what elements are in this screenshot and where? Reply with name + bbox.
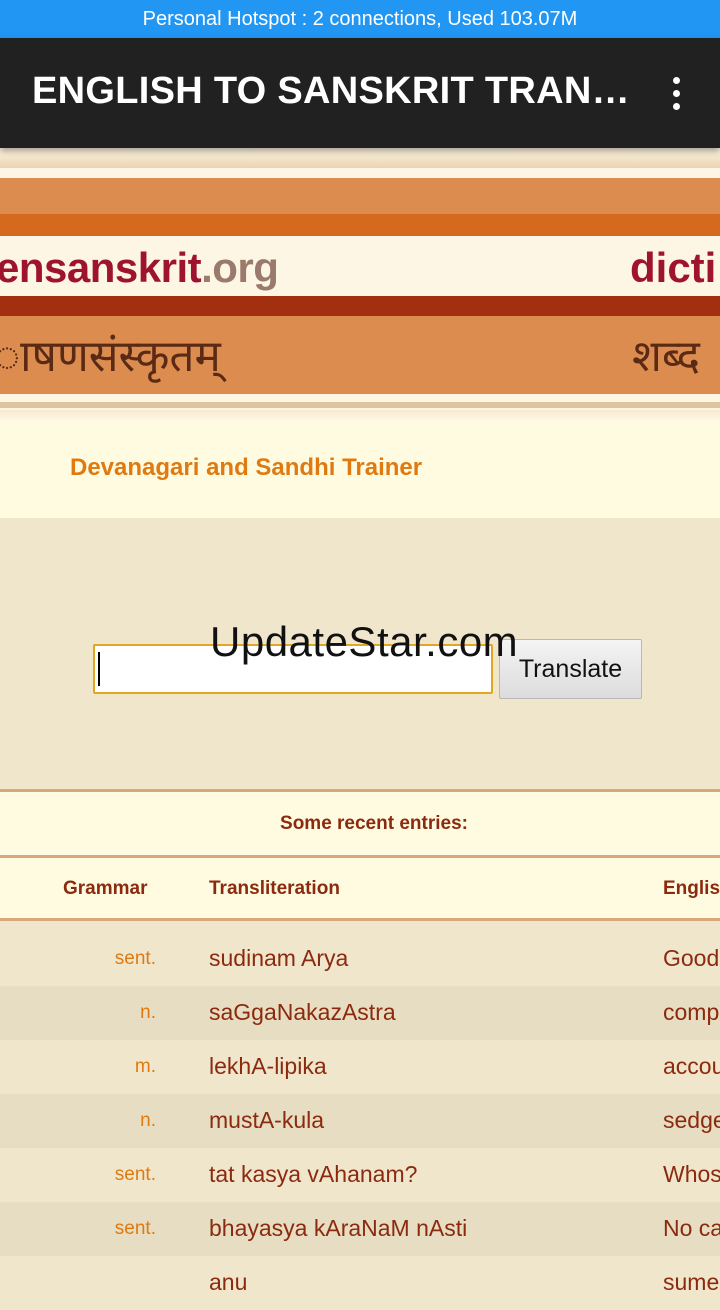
column-header-transliteration: Transliteration [209, 878, 340, 899]
table-row[interactable]: m. lekhA-lipika accou [0, 1040, 720, 1094]
trainer-strip: Devanagari and Sandhi Trainer [0, 420, 720, 518]
status-bar: Personal Hotspot : 2 connections, Used 1… [0, 0, 720, 38]
english-cell: Good [663, 945, 720, 971]
table-row[interactable]: sent. sudinam Arya Good [0, 932, 720, 986]
transliteration-cell[interactable]: sudinam Arya [209, 945, 348, 972]
column-header-english: Englis [663, 878, 720, 899]
grammar-cell: sent. [114, 1164, 156, 1185]
menu-dot [672, 76, 680, 84]
transliteration-cell[interactable]: saGgaNakazAstra [209, 999, 396, 1026]
transliteration-cell[interactable]: anu [209, 1269, 247, 1296]
site-logo-name: ensanskrit [0, 244, 202, 291]
banner-stripe [0, 296, 720, 316]
table-column-headers: Grammar Transliteration Englis [0, 855, 720, 921]
transliteration-cell[interactable]: tat kasya vAhanam? [209, 1161, 417, 1188]
site-banner: ensanskrit.org dicti ाषणसंस्कृतम् शब्द [0, 148, 720, 420]
recent-entries-table: sent. sudinam Arya Good n. saGgaNakazAst… [0, 932, 720, 1310]
trainer-link[interactable]: Devanagari and Sandhi Trainer [70, 454, 422, 482]
transliteration-cell[interactable]: mustA-kula [209, 1107, 324, 1134]
table-row[interactable]: sent. bhayasya kAraNaM nAsti No ca [0, 1202, 720, 1256]
table-row[interactable]: anu sume [0, 1256, 720, 1310]
table-row[interactable]: sent. tat kasya vAhanam? Whos [0, 1148, 720, 1202]
banner-devanagari-right: शब्द [632, 331, 700, 382]
english-cell: comp [663, 999, 720, 1025]
table-row[interactable]: n. mustA-kula sedge [0, 1094, 720, 1148]
status-bar-text: Personal Hotspot : 2 connections, Used 1… [142, 7, 578, 30]
grammar-cell: n. [140, 1002, 156, 1023]
app-title: ENGLISH TO SANSKRIT TRANS… [32, 70, 632, 112]
more-vert-icon[interactable] [656, 68, 696, 118]
banner-devanagari-left: ाषणसंस्कृतम् [0, 331, 221, 382]
banner-stripe [0, 214, 720, 236]
site-logo-tld: .org [201, 244, 279, 291]
banner-stripe [0, 148, 720, 168]
banner-stripe [0, 410, 720, 420]
search-input[interactable] [93, 644, 493, 694]
english-cell: sume [663, 1269, 720, 1295]
english-cell: No ca [663, 1215, 720, 1241]
recent-entries-header: Some recent entries: [0, 789, 720, 855]
grammar-cell: sent. [114, 948, 156, 969]
banner-stripe [0, 394, 720, 402]
grammar-cell: n. [140, 1110, 156, 1131]
site-logo: ensanskrit.org [0, 244, 279, 292]
menu-dot [672, 89, 680, 97]
column-header-grammar: Grammar [63, 878, 148, 899]
table-row[interactable]: n. saGgaNakazAstra comp [0, 986, 720, 1040]
banner-stripe [0, 178, 720, 214]
english-cell: Whos [663, 1161, 720, 1187]
transliteration-cell[interactable]: bhayasya kAraNaM nAsti [209, 1215, 467, 1242]
banner-dictionary-text: dicti [630, 244, 717, 291]
text-caret [98, 652, 100, 686]
recent-entries-title: Some recent entries: [280, 812, 468, 834]
grammar-cell: sent. [114, 1218, 156, 1239]
transliteration-cell[interactable]: lekhA-lipika [209, 1053, 327, 1080]
menu-dot [672, 102, 680, 110]
translate-button[interactable]: Translate [499, 639, 642, 699]
english-cell: sedge [663, 1107, 720, 1133]
grammar-cell: m. [134, 1056, 156, 1077]
app-bar: ENGLISH TO SANSKRIT TRANS… [0, 38, 720, 148]
banner-stripe [0, 402, 720, 408]
english-cell: accou [663, 1053, 720, 1079]
